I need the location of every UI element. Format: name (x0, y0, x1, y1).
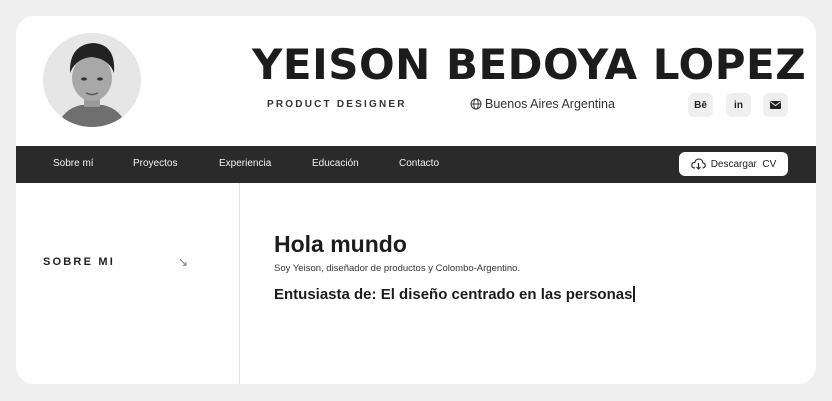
text-cursor (633, 286, 636, 302)
nav-item-educacion[interactable]: Educación (312, 158, 359, 169)
sidebar: SOBRE MI ↘ (16, 183, 240, 384)
nav-item-experiencia[interactable]: Experiencia (219, 158, 271, 169)
profile-role: PRODUCT DESIGNER (267, 99, 407, 110)
download-cv-button[interactable]: Descargar CV (679, 152, 788, 176)
main-nav: Sobre mí Proyectos Experiencia Educación… (16, 146, 816, 183)
arrow-down-right-icon[interactable]: ↘ (178, 255, 188, 269)
enthusiast-text: Entusiasta de: El diseño centrado en las… (274, 286, 633, 303)
enthusiast-line: Entusiasta de: El diseño centrado en las… (274, 286, 636, 303)
page-heading: Hola mundo (274, 231, 407, 257)
location-text: Buenos Aires Argentina (485, 97, 615, 111)
intro-text: Soy Yeison, diseñador de productos y Col… (274, 263, 521, 274)
location: Buenos Aires Argentina (470, 97, 615, 111)
behance-icon: Bē (694, 99, 707, 111)
profile-card: YEISON BEDOYA LOPEZ PRODUCT DESIGNER Bue… (16, 16, 816, 384)
globe-icon (470, 98, 482, 110)
download-cv-label: Descargar CV (710, 158, 777, 170)
avatar (43, 33, 141, 127)
sidebar-label: SOBRE MI (43, 256, 115, 268)
mail-icon (770, 101, 781, 109)
mail-button[interactable] (763, 93, 788, 117)
nav-item-sobre-mi[interactable]: Sobre mí (53, 158, 94, 169)
behance-button[interactable]: Bē (688, 93, 713, 117)
linkedin-button[interactable]: in (726, 93, 751, 117)
profile-name: YEISON BEDOYA LOPEZ (252, 40, 807, 89)
linkedin-icon: in (734, 99, 743, 111)
cloud-download-icon (690, 158, 706, 170)
nav-item-proyectos[interactable]: Proyectos (133, 158, 177, 169)
portrait-image (43, 33, 141, 127)
nav-item-contacto[interactable]: Contacto (399, 158, 439, 169)
